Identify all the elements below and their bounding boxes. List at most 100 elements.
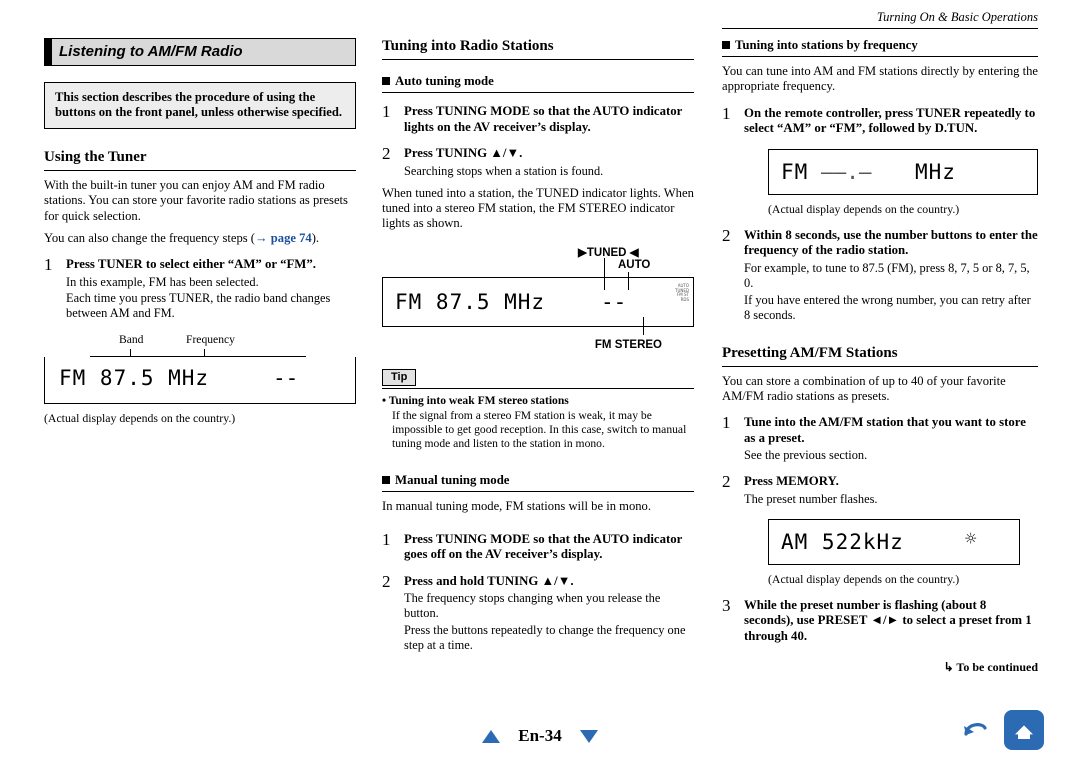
rule-auto-tuning	[382, 92, 694, 93]
tip-box: Tip Tuning into weak FM stereo stations …	[382, 367, 694, 451]
figure-labels: Band Frequency	[44, 333, 356, 349]
manual-step-2-heading: Press and hold TUNING ▲/▼.	[404, 573, 574, 588]
document-page: Turning On & Basic Operations Listening …	[0, 0, 1080, 764]
preset-step-2-text: The preset number flashes.	[744, 491, 878, 506]
label-auto: AUTO	[618, 259, 651, 272]
paragraph-tuner-intro: With the built-in tuner you can enjoy AM…	[44, 178, 348, 223]
paragraph-manual-mono: In manual tuning mode, FM stations will …	[382, 499, 652, 514]
title-bar-accent	[45, 39, 52, 65]
page-number: En-34	[518, 726, 562, 745]
column-left: Listening to AM/FM Radio This section de…	[44, 38, 356, 426]
auto-step-2-number: 2	[382, 144, 391, 163]
preset-step-3-number: 3	[722, 595, 731, 615]
manual-step-1-number: 1	[382, 529, 391, 549]
leader-fm-stereo	[643, 317, 644, 336]
link-page-74[interactable]: page 74	[271, 231, 312, 245]
manual-step-2: 2 Press and hold TUNING ▲/▼. The frequen…	[382, 571, 694, 654]
figure-ticks	[44, 348, 356, 357]
preset-step-2: 2 Press MEMORY. The preset number flashe…	[722, 472, 1038, 507]
paragraph-tuned-indicator: When tuned into a station, the TUNED ind…	[382, 185, 694, 231]
preset-step-1-text: See the previous section.	[744, 448, 868, 463]
rule-tuning-by-frequency	[722, 56, 1038, 57]
caption-actual-display-3: (Actual display depends on the country.)	[768, 571, 960, 586]
step-1: 1 Press TUNER to select either “AM” or “…	[44, 255, 356, 321]
page-footer: En-34	[0, 726, 1080, 746]
label-fm-stereo: FM STEREO	[594, 339, 662, 352]
page-title: Listening to AM/FM Radio	[59, 43, 243, 60]
label-band: Band	[119, 332, 144, 346]
preset-step-3: 3 While the preset number is flashing (a…	[722, 595, 1038, 645]
lcd-display-2: FM 87.5 MHz -- AUTO TUNED FM ST RDS	[382, 277, 694, 336]
column-right: Tuning into stations by frequency You ca…	[722, 38, 1038, 675]
tip-rule	[382, 388, 694, 390]
nav-icons	[960, 710, 1044, 750]
paragraph-direct-tuning: You can tune into AM and FM stations dir…	[722, 64, 1038, 94]
label-tuned: ▶TUNED ◀	[578, 247, 639, 260]
subheading-tuning-by-frequency: Tuning into stations by frequency	[722, 38, 1038, 53]
heading-presetting-stations: Presetting AM/FM Stations	[722, 345, 1038, 367]
preset-step-1-heading: Tune into the AM/FM station that you wan…	[744, 415, 1026, 445]
freq-step-2-text-2: If you have entered the wrong number, yo…	[744, 292, 1031, 322]
arrow-icon: →	[255, 230, 271, 245]
manual-step-1-heading: Press TUNING MODE so that the AUTO indic…	[404, 531, 683, 562]
auto-step-2-heading: Press TUNING ▲/▼.	[404, 146, 523, 160]
manual-step-1: 1 Press TUNING MODE so that the AUTO ind…	[382, 529, 694, 563]
step-1-text-2: Each time you press TUNER, the radio ban…	[66, 290, 331, 320]
freq-step-1-heading: On the remote controller, press TUNER re…	[744, 105, 1036, 136]
figure-tuned-display: ▶TUNED ◀ AUTO FM 87.5 MHz -- AUTO TUNED FM…	[382, 245, 694, 353]
freq-steps-post: ).	[311, 230, 320, 245]
preset-step-1: 1 Tune into the AM/FM station that you w…	[722, 413, 1038, 463]
back-arrow-icon[interactable]	[960, 715, 990, 745]
lcd-display-4-flashing-preset: ☼	[965, 527, 977, 550]
freq-step-1-number: 1	[722, 103, 731, 123]
lcd-display-1-dash: --	[273, 365, 299, 390]
lcd-display-4-text: AM 522kHz	[781, 529, 904, 554]
caption-actual-display-2: (Actual display depends on the country.)	[768, 201, 960, 216]
lcd-display-3-blank-digits: ——.—	[821, 159, 872, 184]
lcd-display-1: FM 87.5 MHz --	[44, 356, 356, 404]
paragraph-frequency-steps: You can also change the frequency steps …	[44, 231, 356, 246]
triangle-down-icon[interactable]	[579, 729, 598, 743]
preset-step-2-number: 2	[722, 472, 731, 492]
manual-step-2-text-2: Press the buttons repeatedly to change t…	[404, 623, 686, 653]
lcd-display-3-text: FM	[781, 159, 809, 184]
home-icon[interactable]	[1004, 710, 1044, 750]
preset-step-1-number: 1	[722, 413, 731, 433]
step-1-text-1: In this example, FM has been selected.	[66, 274, 259, 289]
freq-step-2: 2 Within 8 seconds, use the number butto…	[722, 225, 1038, 323]
column-middle: Tuning into Radio Stations Auto tuning m…	[382, 38, 694, 653]
subheading-auto-tuning-mode: Auto tuning mode	[382, 74, 694, 89]
manual-step-2-number: 2	[382, 571, 391, 591]
note-box: This section describes the procedure of …	[44, 82, 356, 129]
auto-step-1-heading: Press TUNING MODE so that the AUTO indic…	[404, 104, 683, 134]
label-frequency: Frequency	[186, 332, 235, 346]
lcd-display-2-dash: --	[601, 290, 627, 315]
lcd-display-3-unit: MHz	[915, 159, 956, 184]
auto-step-2: 2 Press TUNING ▲/▼. Searching stops when…	[382, 144, 694, 179]
tip-text: If the signal from a stereo FM station i…	[392, 409, 687, 451]
heading-using-the-tuner: Using the Tuner	[44, 149, 356, 171]
step-1-number: 1	[44, 255, 53, 275]
header-rule	[722, 28, 1038, 29]
caption-actual-display-1: (Actual display depends on the country.)	[44, 410, 236, 425]
auto-step-1-number: 1	[382, 102, 391, 121]
freq-steps-pre: You can also change the frequency steps …	[44, 230, 256, 245]
lcd-display-3: FM ——.— MHz	[768, 148, 1038, 195]
freq-step-1: 1 On the remote controller, press TUNER …	[722, 103, 1038, 137]
tip-tag: Tip	[382, 369, 417, 387]
step-1-heading: Press TUNER to select either “AM” or “FM…	[66, 257, 316, 272]
tip-heading: Tuning into weak FM stereo stations	[382, 394, 569, 407]
lcd-display-1-text: FM 87.5 MHz	[59, 365, 210, 390]
to-be-continued: ↳ To be continued	[943, 660, 1038, 675]
subheading-manual-tuning-mode: Manual tuning mode	[382, 473, 694, 488]
freq-step-2-heading: Within 8 seconds, use the number buttons…	[744, 227, 1038, 258]
freq-step-2-number: 2	[722, 225, 731, 245]
auto-step-1: 1 Press TUNING MODE so that the AUTO ind…	[382, 102, 694, 135]
freq-step-2-text-1: For example, to tune to 87.5 (FM), press…	[744, 260, 1030, 290]
lcd-display-4: AM 522kHz ☼	[768, 518, 1020, 565]
running-head: Turning On & Basic Operations	[876, 10, 1038, 24]
heading-tuning-into-radio-stations: Tuning into Radio Stations	[382, 38, 694, 60]
preset-step-2-heading: Press MEMORY.	[744, 474, 839, 489]
triangle-up-icon[interactable]	[482, 729, 501, 743]
preset-step-3-heading: While the preset number is flashing (abo…	[744, 597, 1032, 643]
